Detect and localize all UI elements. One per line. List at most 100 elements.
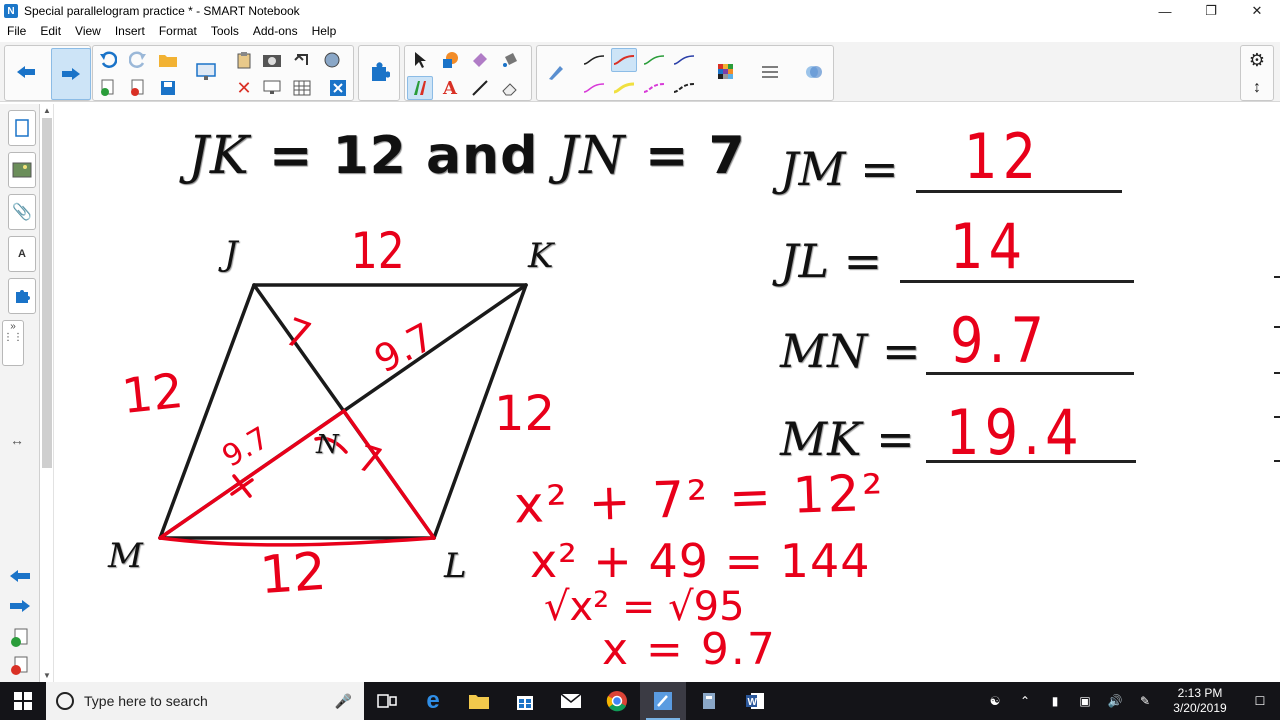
menu-tools[interactable]: Tools bbox=[204, 24, 246, 38]
menu-format[interactable]: Format bbox=[152, 24, 204, 38]
menu-help[interactable]: Help bbox=[305, 24, 344, 38]
properties-tab[interactable]: A bbox=[8, 236, 36, 272]
menu-edit[interactable]: Edit bbox=[33, 24, 68, 38]
pens-icon[interactable] bbox=[407, 76, 433, 100]
notifications-icon[interactable]: ☐ bbox=[1240, 694, 1280, 708]
sidebar-collapse-handle[interactable]: » ⋮⋮ bbox=[2, 320, 24, 366]
attachments-tab[interactable]: 📎 bbox=[8, 194, 36, 230]
smart-notebook-task-icon[interactable] bbox=[640, 682, 686, 720]
magic-pen-icon[interactable] bbox=[543, 60, 569, 84]
eraser-icon[interactable] bbox=[497, 76, 523, 100]
whiteboard-canvas[interactable]: JK = 12 and JN = 7 JM = 12 JL = 14 MN = … bbox=[54, 104, 1280, 682]
ink-side-left: 12 bbox=[119, 362, 186, 426]
menu-addons[interactable]: Add-ons bbox=[246, 24, 305, 38]
scroll-down-icon[interactable]: ▼ bbox=[43, 671, 51, 680]
delete-page-icon[interactable] bbox=[125, 76, 151, 100]
ink-work-line-4: x = 9.7 bbox=[602, 624, 777, 675]
smart-tools-icon[interactable] bbox=[686, 682, 732, 720]
pen-yellow-icon[interactable] bbox=[611, 76, 637, 100]
screen-shade-icon[interactable] bbox=[193, 60, 219, 84]
windows-start-icon[interactable] bbox=[0, 682, 46, 720]
next-page-icon[interactable] bbox=[51, 48, 91, 100]
close-icon[interactable]: ✕ bbox=[1234, 0, 1280, 22]
edge-mark bbox=[1274, 276, 1280, 278]
menu-view[interactable]: View bbox=[68, 24, 108, 38]
move-toolbar-icon[interactable]: ↕ bbox=[1244, 76, 1270, 100]
task-view-icon[interactable] bbox=[364, 682, 410, 720]
microphone-icon[interactable]: 🎤 bbox=[335, 693, 352, 710]
pen-black-dashed-icon[interactable] bbox=[671, 76, 697, 100]
scroll-thumb[interactable] bbox=[42, 118, 52, 468]
table-icon[interactable] bbox=[289, 76, 315, 100]
pen-pink-dashed-icon[interactable] bbox=[641, 76, 667, 100]
ink-side-bottom: 12 bbox=[257, 541, 329, 607]
add-page-icon[interactable] bbox=[95, 76, 121, 100]
pen-magenta-icon[interactable] bbox=[581, 76, 607, 100]
file-explorer-icon[interactable] bbox=[456, 682, 502, 720]
customize-group: ⚙ ↕ bbox=[1240, 45, 1274, 101]
line-style-icon[interactable] bbox=[757, 60, 783, 84]
undo-icon[interactable] bbox=[95, 48, 121, 72]
page-sorter-tab[interactable] bbox=[8, 110, 36, 146]
monitor-icon[interactable] bbox=[259, 76, 285, 100]
search-icon bbox=[56, 692, 74, 710]
save-icon[interactable] bbox=[155, 76, 181, 100]
screen-capture-icon[interactable] bbox=[289, 48, 315, 72]
menu-insert[interactable]: Insert bbox=[108, 24, 152, 38]
smart-notebook-window: N Special parallelogram practice * - SMA… bbox=[0, 0, 1280, 720]
people-icon[interactable]: ☯ bbox=[980, 694, 1010, 708]
scroll-up-icon[interactable]: ▲ bbox=[43, 106, 51, 115]
edge-browser-icon[interactable]: e bbox=[410, 682, 456, 720]
menu-bar: File Edit View Insert Format Tools Add-o… bbox=[0, 22, 1280, 40]
delete-page-side-icon[interactable] bbox=[10, 656, 30, 681]
menu-file[interactable]: File bbox=[0, 24, 33, 38]
next-page-side-icon[interactable] bbox=[8, 598, 32, 619]
pen-blue-icon[interactable] bbox=[671, 48, 697, 72]
redo-icon[interactable] bbox=[125, 48, 151, 72]
minimize-icon[interactable]: — bbox=[1142, 0, 1188, 22]
pen-workspace-icon[interactable]: ✎ bbox=[1130, 694, 1160, 708]
toolbar: ✕ A ⚙ ↕ bbox=[0, 42, 1280, 102]
pen-red-icon[interactable] bbox=[611, 48, 637, 72]
mail-icon[interactable] bbox=[548, 682, 594, 720]
word-icon[interactable]: W bbox=[732, 682, 778, 720]
color-palette-icon[interactable] bbox=[713, 60, 739, 84]
add-page-side-icon[interactable] bbox=[10, 628, 30, 653]
properties-icon[interactable] bbox=[801, 60, 827, 84]
store-icon[interactable] bbox=[502, 682, 548, 720]
ink-side-top: 12 bbox=[350, 222, 405, 280]
pen-green-icon[interactable] bbox=[641, 48, 667, 72]
line-icon[interactable] bbox=[467, 76, 493, 100]
fill-icon[interactable] bbox=[497, 48, 523, 72]
gallery-tab[interactable] bbox=[8, 152, 36, 188]
windows-taskbar: Type here to search 🎤 e W ☯ ⌃ ▮ ▣ 🔊 ✎ 2:… bbox=[0, 682, 1280, 720]
open-folder-icon[interactable] bbox=[155, 48, 181, 72]
shapes-icon[interactable] bbox=[437, 48, 463, 72]
chrome-icon[interactable] bbox=[594, 682, 640, 720]
pen-black-thin-icon[interactable] bbox=[581, 48, 607, 72]
text-icon[interactable]: A bbox=[437, 76, 463, 100]
battery-icon[interactable]: ▮ bbox=[1040, 694, 1070, 708]
previous-page-side-icon[interactable] bbox=[8, 568, 32, 589]
network-icon[interactable]: ▣ bbox=[1070, 694, 1100, 708]
resize-arrow-icon[interactable]: ↔ bbox=[10, 432, 24, 448]
previous-page-icon[interactable] bbox=[13, 60, 39, 84]
chevron-up-icon[interactable]: ⌃ bbox=[1010, 694, 1040, 708]
eraser-shape-icon[interactable] bbox=[467, 48, 493, 72]
addons-tab[interactable] bbox=[8, 278, 36, 314]
paste-icon[interactable] bbox=[231, 48, 257, 72]
taskbar-clock[interactable]: 2:13 PM 3/20/2019 bbox=[1160, 686, 1240, 716]
select-arrow-icon[interactable] bbox=[407, 48, 433, 72]
vertical-scrollbar[interactable]: ▲ ▼ bbox=[40, 104, 54, 682]
gear-icon[interactable]: ⚙ bbox=[1244, 48, 1270, 72]
taskbar-search-box[interactable]: Type here to search 🎤 bbox=[46, 682, 364, 720]
pen-properties-group bbox=[536, 45, 834, 101]
camera-icon[interactable] bbox=[259, 48, 285, 72]
globe-icon[interactable] bbox=[319, 48, 345, 72]
volume-icon[interactable]: 🔊 bbox=[1100, 694, 1130, 708]
delete-icon[interactable]: ✕ bbox=[231, 76, 257, 100]
restore-icon[interactable]: ❐ bbox=[1188, 0, 1234, 22]
vertex-m: M bbox=[108, 536, 143, 576]
full-screen-icon[interactable] bbox=[325, 76, 351, 100]
puzzle-icon[interactable] bbox=[366, 60, 392, 84]
